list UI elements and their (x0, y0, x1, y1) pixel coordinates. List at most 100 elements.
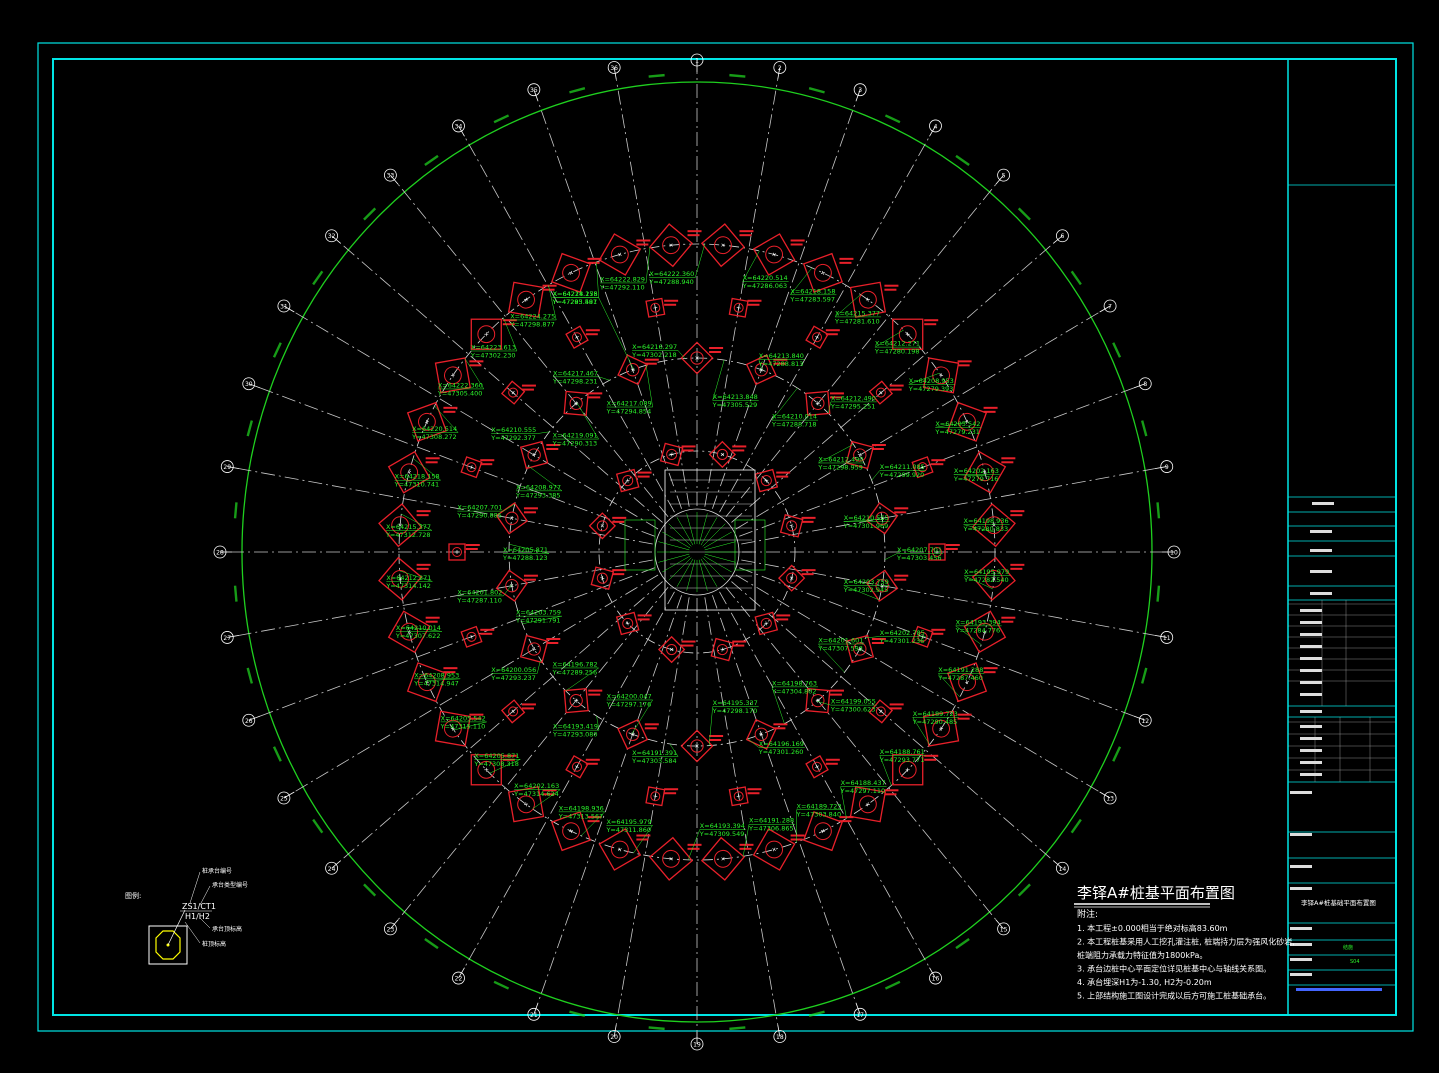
coord-x-text: X=64198.763 (772, 679, 817, 687)
center-radial-green (698, 559, 708, 591)
pile-cross (524, 299, 529, 301)
pile-tag (773, 723, 788, 730)
coord-y-text: Y=47292.377 (490, 434, 536, 442)
coord-y-text: Y=47303.456 (896, 554, 942, 562)
coord-x-text: X=64199.055 (831, 698, 876, 706)
pile-tag-line (416, 563, 431, 566)
pile-tag-line (469, 360, 484, 363)
note-line-3: 桩端阻力承载力特征值为1800kPa。 (1077, 950, 1207, 960)
coord-x-text: X=64219.091 (553, 432, 598, 440)
dimension-mark (1070, 270, 1082, 286)
coord-y-text: Y=47280.833 (963, 525, 1009, 533)
intermediate-pile-cap (460, 625, 495, 648)
inner-border (52, 58, 1397, 1016)
pile-tag (983, 406, 998, 413)
pile-tag-line (425, 461, 438, 464)
pile-tag (644, 358, 659, 365)
pile-tag-line (416, 510, 431, 513)
coordinate-label: X=64202.163Y=47279.716 (953, 467, 1000, 483)
coord-y-text: Y=47308.272 (411, 433, 457, 441)
tb-mark-3 (1310, 570, 1332, 573)
coord-y-text: Y=47304.802 (771, 687, 817, 695)
legend-callout-2: 承台类型编号 (212, 881, 248, 889)
tb-mark-15 (1300, 737, 1322, 740)
pile-tag (709, 735, 724, 741)
pile-tag (636, 239, 651, 246)
axis-bubble-label: 24 (328, 866, 336, 873)
outer-pile-cap (700, 223, 754, 268)
dimension-mark (884, 980, 901, 990)
legend-leader (167, 909, 186, 946)
pile-tag-line (465, 544, 480, 546)
middle-pile-cap (680, 729, 724, 763)
pile-tag-line (588, 392, 603, 395)
pile-tag (523, 574, 538, 581)
center-radial-green (702, 523, 726, 547)
pile-tag-line (523, 578, 536, 581)
coord-y-text: Y=47306.865 (748, 825, 794, 833)
pile-tag-line (945, 548, 958, 550)
pile-tag (1010, 563, 1025, 570)
pile-cross (772, 848, 777, 851)
pile-tag-line (636, 239, 651, 242)
coord-x-text: X=64212.490 (831, 394, 876, 402)
pile-tag-line (521, 703, 536, 706)
dimension-mark (424, 937, 439, 950)
pile-tag-line (931, 632, 944, 635)
coordinate-label: X=64212.271Y=47280.198 (874, 329, 921, 356)
coordinate-label: X=64207.701Y=47303.456 (884, 546, 943, 562)
pile-tag-line (664, 303, 677, 306)
pile-tag (664, 788, 679, 795)
pile-tag-line (542, 284, 557, 287)
coord-y-text: Y=47300.623 (830, 706, 876, 714)
coord-y-text: Y=47293.385 (515, 491, 561, 499)
coord-y-text: Y=47281.610 (834, 317, 880, 325)
coord-y-text: Y=47313.567 (558, 812, 604, 820)
pile-tag-line (687, 847, 700, 850)
pile-tag-line (636, 243, 649, 246)
axis-bubble-label: 16 (932, 976, 940, 983)
axis-bubble-label: 14 (1059, 866, 1067, 873)
middle-pile-cap (563, 390, 603, 417)
coord-y-text: Y=47302.945 (843, 586, 889, 594)
intermediate-pile-cap (565, 754, 600, 779)
axis-bubble-label: 3 (858, 87, 862, 94)
coord-y-text: Y=47288.123 (502, 554, 548, 562)
coord-x-text: X=64218.158 (790, 287, 835, 295)
pile-tag (776, 614, 791, 621)
dimension-mark (569, 87, 586, 94)
coord-x-text: X=64210.014 (396, 624, 441, 632)
coord-y-text: Y=47287.110 (456, 596, 502, 604)
pile-tag-line (443, 410, 456, 413)
coordinate-label: X=64222.829Y=47292.110 (599, 247, 651, 291)
pile-tag (747, 299, 762, 306)
coord-x-text: X=64203.759 (844, 578, 889, 586)
center-radial-green (686, 513, 696, 545)
pile-tag (443, 406, 458, 413)
coord-x-text: X=64188.437 (841, 779, 886, 787)
coord-y-text: Y=47289.256 (552, 668, 598, 676)
coord-x-text: X=64205.542 (441, 714, 486, 722)
coord-x-text: X=64188.761 (880, 748, 925, 756)
coord-leader (884, 553, 898, 560)
pile-tag-line (637, 614, 652, 617)
pile-tag-line (889, 388, 902, 391)
pile-tag-line (644, 362, 657, 365)
pile-tag-line (1001, 457, 1016, 460)
coord-x-text: X=64193.394 (700, 822, 745, 830)
coord-x-text: X=64222.829 (600, 275, 645, 283)
coordinate-label: X=64201.802Y=47287.110 (456, 584, 512, 604)
dimension-mark (648, 1026, 665, 1031)
pile-tag-line (612, 573, 625, 576)
inner-pile-cap (754, 468, 791, 493)
pile-tag-line (636, 834, 651, 837)
tb-mark-16 (1300, 749, 1322, 752)
title-block-drawing-no: 结施 (1343, 944, 1353, 951)
pile-tag (825, 329, 840, 336)
pile-tag (585, 758, 600, 765)
radial-axis (537, 595, 682, 1004)
inner-pile-cap (710, 637, 747, 662)
pile-cross (450, 374, 455, 376)
axis-bubble-label: 23 (387, 926, 395, 933)
tb-mark-25 (1290, 958, 1312, 961)
